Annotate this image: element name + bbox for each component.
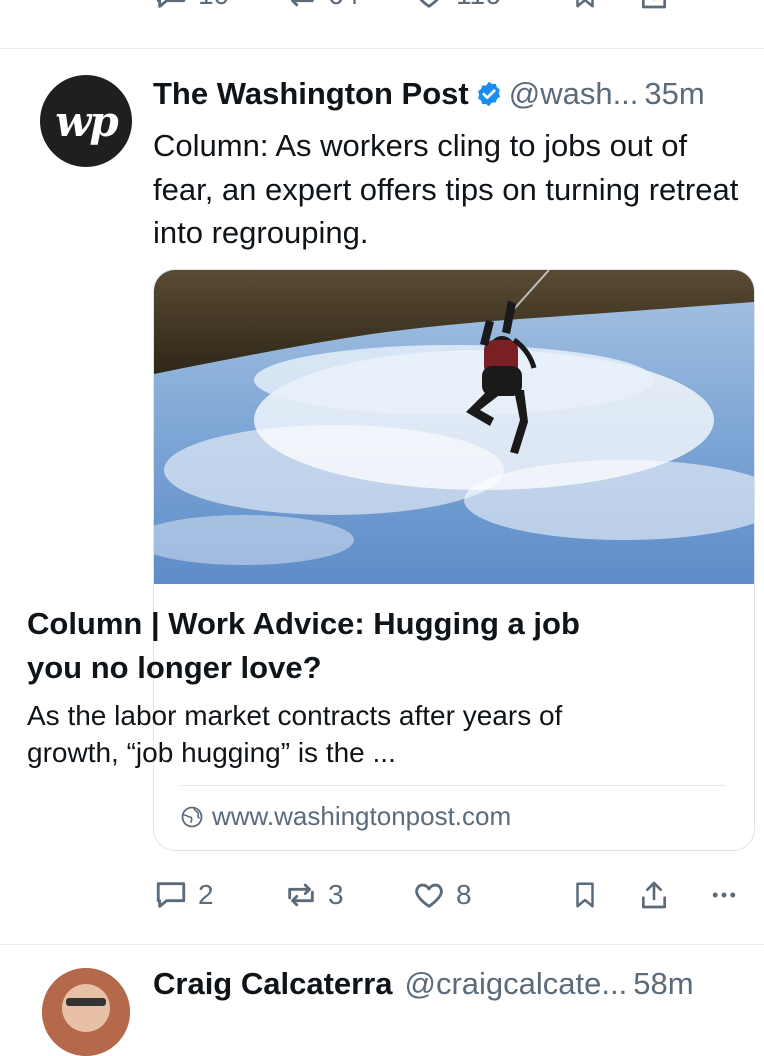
more-icon bbox=[712, 892, 736, 898]
card-title[interactable]: Column | Work Advice: Hugging a job you … bbox=[27, 602, 587, 690]
repost-button[interactable]: 64 bbox=[284, 0, 359, 12]
like-button[interactable]: 8 bbox=[412, 878, 472, 912]
repost-icon bbox=[288, 883, 314, 907]
bookmark-icon bbox=[576, 882, 594, 908]
card-image bbox=[154, 270, 754, 584]
reply-icon bbox=[156, 882, 186, 908]
more-button[interactable] bbox=[706, 880, 742, 910]
repost-icon bbox=[291, 0, 314, 7]
author-handle[interactable]: @craigcalcate... bbox=[405, 966, 628, 1002]
avatar[interactable]: wp bbox=[40, 75, 132, 167]
share-button[interactable] bbox=[638, 0, 670, 12]
like-button[interactable]: 116 bbox=[412, 0, 501, 12]
card-domain-text: www.washingtonpost.com bbox=[212, 801, 512, 831]
more-button[interactable] bbox=[706, 0, 742, 10]
like-icon bbox=[419, 0, 439, 8]
share-icon bbox=[642, 881, 666, 909]
avatar[interactable] bbox=[42, 968, 130, 1056]
post-divider bbox=[0, 944, 764, 945]
repost-count: 64 bbox=[328, 0, 359, 11]
verified-icon bbox=[475, 80, 503, 108]
post-header: The Washington Post @wash... 35m bbox=[153, 72, 758, 116]
card-description: As the labor market contracts after year… bbox=[27, 700, 563, 768]
more-icon bbox=[706, 0, 742, 10]
reply-button[interactable]: 10 bbox=[154, 0, 229, 12]
post-text: Column: As workers cling to jobs out of … bbox=[153, 128, 739, 250]
reply-count: 10 bbox=[198, 0, 229, 11]
author-name[interactable]: The Washington Post bbox=[153, 76, 469, 112]
globe-icon bbox=[181, 806, 203, 827]
bookmark-icon bbox=[576, 0, 594, 8]
like-count: 116 bbox=[456, 0, 501, 11]
share-icon bbox=[642, 0, 666, 9]
post-time: 35m bbox=[644, 76, 705, 111]
post-divider bbox=[0, 48, 764, 49]
like-count: 8 bbox=[456, 879, 472, 910]
like-icon bbox=[415, 883, 443, 908]
repost-count: 3 bbox=[328, 879, 344, 910]
avatar-logo: wp bbox=[55, 96, 119, 146]
reply-count: 2 bbox=[198, 879, 214, 910]
share-button[interactable] bbox=[638, 878, 670, 912]
avatar-photo bbox=[42, 968, 130, 1056]
post-header: Craig Calcaterra @craigcalcate... 58m bbox=[153, 966, 758, 1002]
bookmark-button[interactable] bbox=[570, 878, 600, 912]
reply-icon bbox=[156, 0, 186, 8]
author-name[interactable]: Craig Calcaterra bbox=[153, 966, 393, 1002]
bookmark-button[interactable] bbox=[570, 0, 600, 12]
card-divider bbox=[180, 785, 726, 786]
post-time: 58m bbox=[633, 966, 694, 1001]
reply-button[interactable]: 2 bbox=[154, 878, 214, 912]
repost-button[interactable]: 3 bbox=[284, 878, 344, 912]
card-domain[interactable]: www.washingtonpost.com bbox=[180, 801, 511, 832]
author-handle[interactable]: @wash... bbox=[509, 76, 639, 112]
